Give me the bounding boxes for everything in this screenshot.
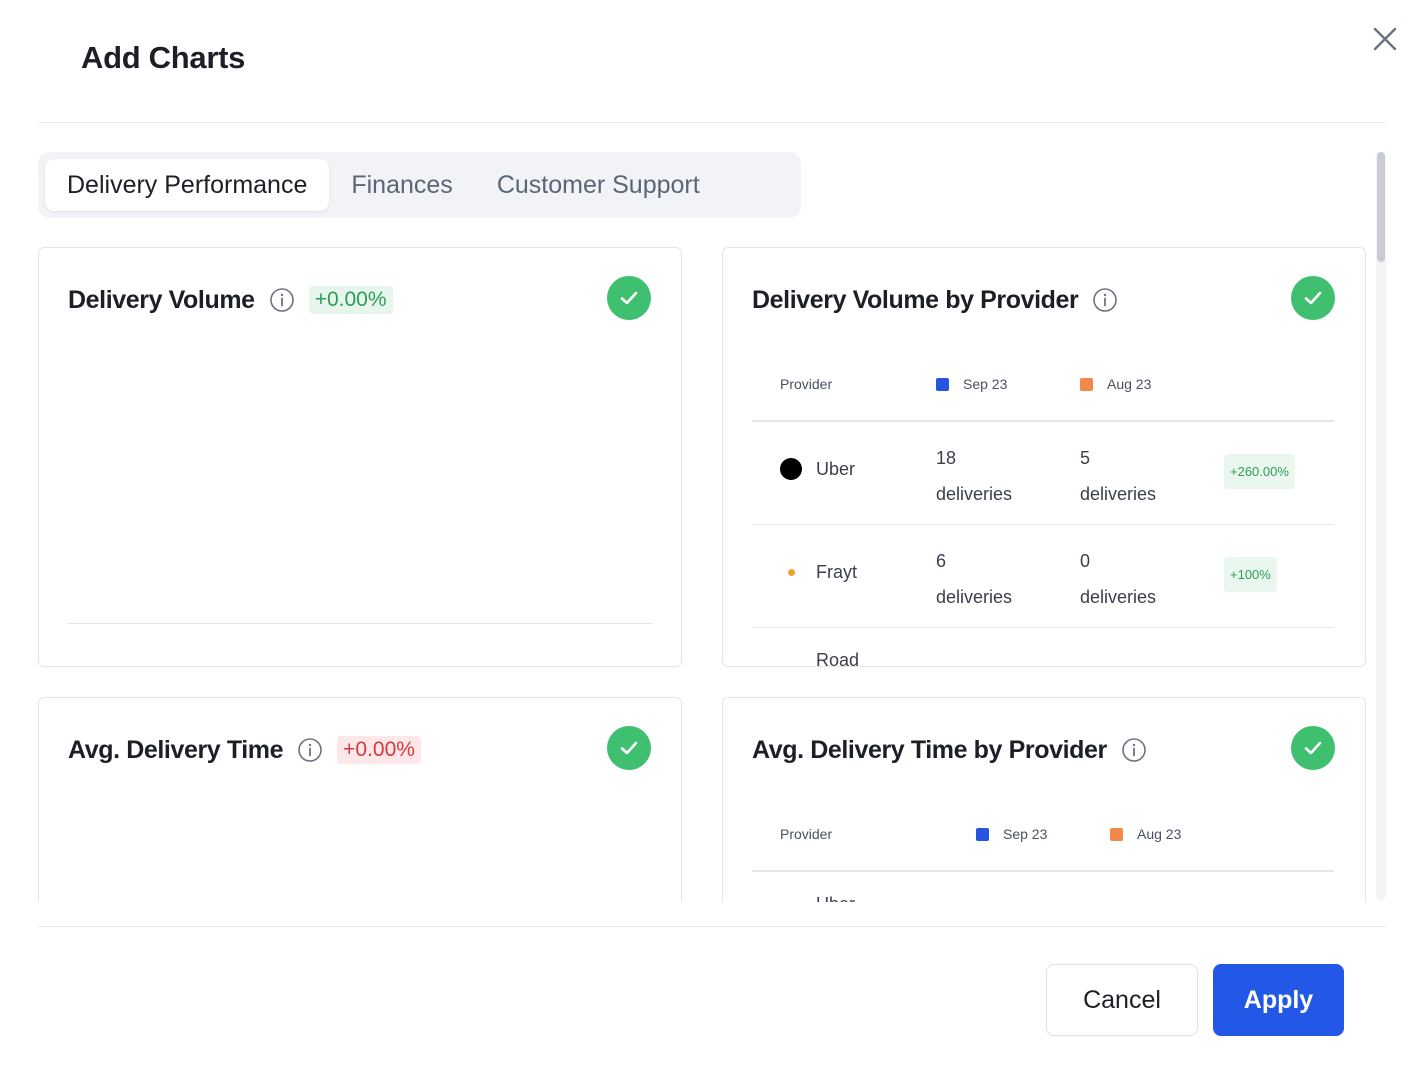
card-header: Delivery Volume by Provider	[752, 278, 1118, 322]
check-icon	[1304, 291, 1322, 305]
provider-name: Road	[816, 650, 860, 667]
table-row: Uber	[752, 872, 1334, 902]
card-title: Avg. Delivery Time by Provider	[752, 735, 1107, 764]
provider-table: Provider Sep 23 Aug 23 Uber 18 deliverie…	[752, 358, 1334, 667]
chart-card-avg-delivery-time[interactable]: Avg. Delivery Time +0.00%	[38, 697, 682, 902]
header-divider	[38, 122, 1386, 123]
provider-cell: Uber	[780, 458, 855, 480]
scrollbar-track[interactable]	[1376, 152, 1386, 900]
provider-cell: Frayt	[780, 561, 857, 583]
modal-title: Add Charts	[81, 40, 246, 75]
legend-square-current	[976, 828, 989, 841]
card-title: Delivery Volume by Provider	[752, 285, 1079, 314]
previous-value-cell: 0 deliveries	[1080, 543, 1156, 615]
previous-value-cell: 5 deliveries	[1080, 440, 1156, 512]
frayt-logo-icon	[780, 561, 802, 583]
current-unit: deliveries	[936, 484, 1013, 504]
info-icon[interactable]	[297, 737, 323, 763]
card-title: Delivery Volume	[68, 285, 255, 314]
card-title: Avg. Delivery Time	[68, 735, 284, 764]
selected-check-button[interactable]	[607, 726, 651, 770]
card-header: Delivery Volume +0.00%	[68, 278, 393, 322]
tab-customer-support[interactable]: Customer Support	[475, 159, 722, 211]
change-badge: +100%	[1224, 557, 1277, 592]
add-charts-modal: Add Charts Delivery Performance Finances…	[0, 0, 1428, 1074]
selected-check-button[interactable]	[1291, 276, 1335, 320]
column-header-provider: Provider	[780, 376, 833, 392]
uber-logo-icon	[780, 458, 802, 480]
previous-unit: deliveries	[1080, 484, 1157, 504]
column-header-previous: Aug 23	[1110, 826, 1181, 842]
provider-name: Frayt	[816, 561, 858, 582]
chart-baseline	[68, 623, 652, 624]
table-row: Uber 18 deliveries 5 deliveries +260.00%	[752, 422, 1334, 525]
current-unit: deliveries	[936, 587, 1013, 607]
table-row: Road	[752, 628, 1334, 667]
current-count: 6	[936, 551, 947, 571]
previous-count: 5	[1080, 448, 1091, 468]
chart-card-delivery-volume-by-provider[interactable]: Delivery Volume by Provider Provider Sep…	[722, 247, 1366, 667]
info-icon[interactable]	[269, 287, 295, 313]
provider-table: Provider Sep 23 Aug 23 Uber	[752, 808, 1334, 902]
table-row: Frayt 6 deliveries 0 deliveries +100%	[752, 525, 1334, 628]
selected-check-button[interactable]	[1291, 726, 1335, 770]
column-header-provider: Provider	[780, 826, 833, 842]
check-icon	[620, 291, 638, 305]
footer-divider	[38, 926, 1386, 927]
current-count: 18	[936, 448, 957, 468]
apply-button[interactable]: Apply	[1213, 964, 1344, 1036]
table-header: Provider Sep 23 Aug 23	[752, 358, 1334, 422]
close-button[interactable]	[1368, 22, 1402, 56]
charts-scroll-area[interactable]: Delivery Volume +0.00% Delivery Volume b…	[38, 240, 1374, 902]
table-header: Provider Sep 23 Aug 23	[752, 808, 1334, 872]
provider-name: Uber	[816, 458, 856, 479]
previous-unit: deliveries	[1080, 587, 1157, 607]
column-header-previous: Aug 23	[1080, 376, 1151, 392]
change-badge: +0.00%	[337, 736, 421, 764]
provider-name: Uber	[816, 894, 855, 902]
change-badge: +0.00%	[308, 286, 393, 314]
legend-square-previous	[1110, 828, 1123, 841]
change-badge: +260.00%	[1224, 454, 1295, 489]
info-icon[interactable]	[1092, 287, 1118, 313]
info-icon[interactable]	[1121, 737, 1147, 763]
tab-finances[interactable]: Finances	[329, 159, 474, 211]
column-header-current: Sep 23	[976, 826, 1047, 842]
column-header-current: Sep 23	[936, 376, 1007, 392]
cancel-button[interactable]: Cancel	[1046, 964, 1198, 1036]
scrollbar-thumb[interactable]	[1377, 152, 1385, 262]
close-icon	[1373, 27, 1397, 51]
chart-category-tabs: Delivery Performance Finances Customer S…	[38, 152, 801, 218]
selected-check-button[interactable]	[607, 276, 651, 320]
current-value-cell: 6 deliveries	[936, 543, 1012, 615]
previous-count: 0	[1080, 551, 1091, 571]
chart-card-avg-delivery-time-by-provider[interactable]: Avg. Delivery Time by Provider Provider …	[722, 697, 1366, 902]
check-icon	[620, 741, 638, 755]
current-value-cell: 18 deliveries	[936, 440, 1012, 512]
chart-card-delivery-volume[interactable]: Delivery Volume +0.00%	[38, 247, 682, 667]
legend-square-previous	[1080, 378, 1093, 391]
card-header: Avg. Delivery Time +0.00%	[68, 728, 421, 772]
tab-delivery-performance[interactable]: Delivery Performance	[45, 159, 330, 211]
legend-square-current	[936, 378, 949, 391]
card-header: Avg. Delivery Time by Provider	[752, 728, 1147, 772]
check-icon	[1304, 741, 1322, 755]
